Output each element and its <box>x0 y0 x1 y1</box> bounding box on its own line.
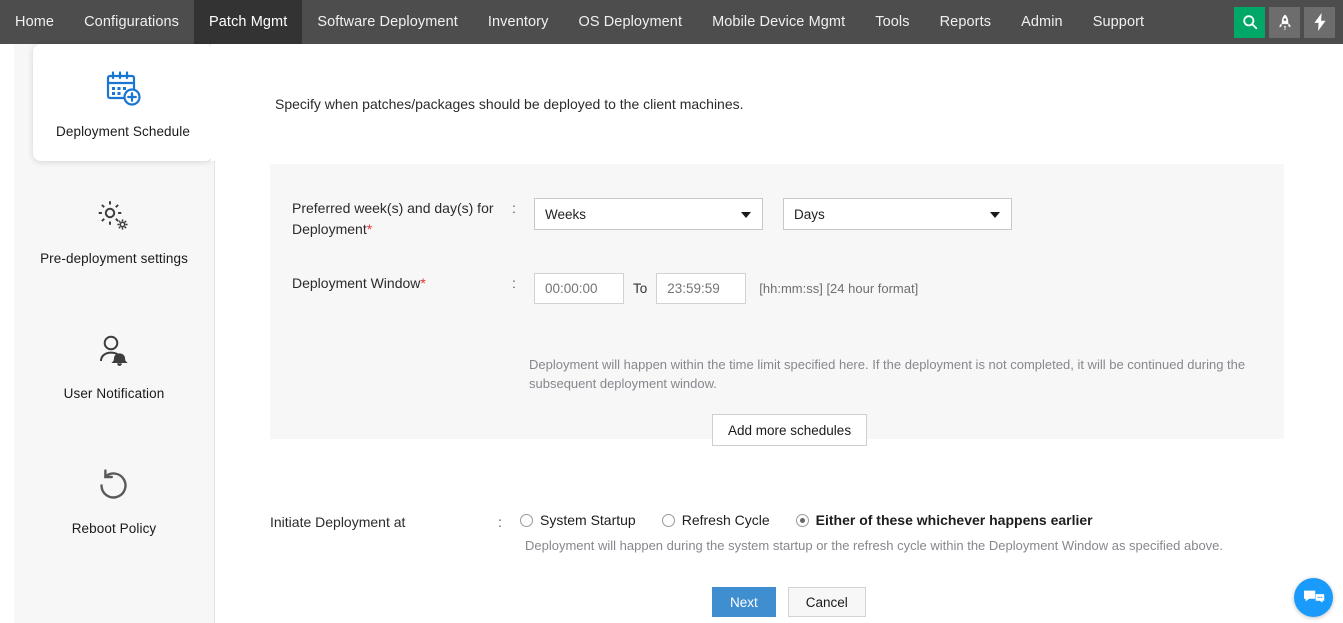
sidebar-spacer <box>14 419 214 445</box>
chevron-down-icon <box>990 212 1000 218</box>
nav-item-label: Admin <box>1021 14 1063 30</box>
gears-icon <box>22 197 206 239</box>
sidebar-item-label: Reboot Policy <box>22 521 206 536</box>
days-select[interactable]: Days <box>783 198 1012 230</box>
radio-option-refresh-cycle[interactable]: Refresh Cycle <box>662 512 770 528</box>
cancel-button[interactable]: Cancel <box>788 587 866 617</box>
rocket-icon[interactable] <box>1269 7 1300 38</box>
add-more-schedules-button[interactable]: Add more schedules <box>712 414 867 446</box>
nav-item-configurations[interactable]: Configurations <box>69 0 194 44</box>
colon-separator: : <box>512 198 534 219</box>
nav-item-label: OS Deployment <box>578 14 682 30</box>
label-text: Deployment Window <box>292 275 420 291</box>
required-asterisk: * <box>367 221 372 237</box>
deployment-window-label: Deployment Window* <box>292 273 512 294</box>
colon-separator: : <box>498 512 520 533</box>
deployment-window-row: Deployment Window* : To [hh:mm:ss] [24 h… <box>292 273 1252 304</box>
weeks-select[interactable]: Weeks <box>534 198 763 230</box>
initiate-deployment-row: Initiate Deployment at : System Startup … <box>270 512 1270 533</box>
sidebar-spacer <box>14 161 214 175</box>
time-format-hint: [hh:mm:ss] [24 hour format] <box>759 273 918 304</box>
nav-item-label: Configurations <box>84 14 179 30</box>
top-navigation-bar: Home Configurations Patch Mgmt Software … <box>0 0 1343 44</box>
nav-item-label: Tools <box>875 14 909 30</box>
nav-item-label: Home <box>15 14 54 30</box>
nav-item-label: Inventory <box>488 14 549 30</box>
nav-item-admin[interactable]: Admin <box>1006 0 1078 44</box>
sidebar-item-deployment-schedule[interactable]: Deployment Schedule <box>33 44 213 161</box>
initiate-deployment-radio-group: System Startup Refresh Cycle Either of t… <box>520 512 1119 528</box>
chevron-down-icon <box>741 212 751 218</box>
rotate-ccw-icon <box>22 467 206 509</box>
weeks-select-value: Weeks <box>545 207 586 222</box>
nav-item-reports[interactable]: Reports <box>925 0 1006 44</box>
radio-label: System Startup <box>540 512 636 528</box>
radio-option-either-earlier[interactable]: Either of these whichever happens earlie… <box>796 512 1093 528</box>
colon-separator: : <box>512 273 534 294</box>
initiate-deployment-label: Initiate Deployment at <box>270 512 498 533</box>
nav-item-patch-mgmt[interactable]: Patch Mgmt <box>194 0 302 44</box>
nav-item-label: Mobile Device Mgmt <box>712 14 845 30</box>
sidebar-item-user-notification[interactable]: User Notification <box>14 310 214 419</box>
radio-button[interactable] <box>520 514 533 527</box>
sidebar-item-label: User Notification <box>22 386 206 401</box>
nav-item-os-deployment[interactable]: OS Deployment <box>563 0 697 44</box>
sidebar-item-pre-deployment-settings[interactable]: Pre-deployment settings <box>14 175 214 284</box>
nav-item-mobile-device-mgmt[interactable]: Mobile Device Mgmt <box>697 0 860 44</box>
deployment-schedule-panel: Specify when patches/packages should be … <box>215 44 1328 623</box>
nav-item-tools[interactable]: Tools <box>860 0 924 44</box>
deployment-window-note: Deployment will happen within the time l… <box>529 355 1255 393</box>
radio-button[interactable] <box>662 514 675 527</box>
nav-spacer <box>1159 0 1234 44</box>
to-separator-label: To <box>633 273 647 304</box>
lightning-bolt-icon[interactable] <box>1304 7 1335 38</box>
nav-item-home[interactable]: Home <box>0 0 69 44</box>
deployment-window-end-input[interactable] <box>656 273 746 304</box>
intro-text: Specify when patches/packages should be … <box>275 96 744 112</box>
required-asterisk: * <box>420 275 425 291</box>
schedule-settings-panel: Preferred week(s) and day(s) for Deploym… <box>270 164 1284 439</box>
nav-item-label: Software Deployment <box>317 14 458 30</box>
nav-icon-group <box>1234 0 1343 44</box>
sidebar-item-label: Pre-deployment settings <box>22 251 206 266</box>
preferred-weeks-days-label: Preferred week(s) and day(s) for Deploym… <box>292 198 512 240</box>
user-bell-icon <box>22 332 206 374</box>
nav-item-label: Patch Mgmt <box>209 14 287 30</box>
calendar-add-icon <box>41 70 205 112</box>
footer-action-bar: Next Cancel <box>712 587 866 617</box>
preferred-weeks-days-row: Preferred week(s) and day(s) for Deploym… <box>292 198 1252 240</box>
wizard-sidebar: Deployment Schedule Pre-deployment setti… <box>14 44 215 623</box>
page-shell: Deployment Schedule Pre-deployment setti… <box>14 44 1328 623</box>
sidebar-spacer <box>14 284 214 310</box>
next-button[interactable]: Next <box>712 587 776 617</box>
nav-item-inventory[interactable]: Inventory <box>473 0 564 44</box>
sidebar-item-label: Deployment Schedule <box>41 124 205 139</box>
sidebar-item-reboot-policy[interactable]: Reboot Policy <box>14 445 214 554</box>
radio-option-system-startup[interactable]: System Startup <box>520 512 636 528</box>
nav-item-label: Support <box>1093 14 1145 30</box>
initiate-deployment-note: Deployment will happen during the system… <box>525 538 1223 553</box>
chat-bubbles-icon[interactable] <box>1294 578 1333 617</box>
label-text: Preferred week(s) and day(s) for Deploym… <box>292 200 494 237</box>
nav-item-software-deployment[interactable]: Software Deployment <box>302 0 473 44</box>
search-icon[interactable] <box>1234 7 1265 38</box>
days-select-value: Days <box>794 207 825 222</box>
radio-button[interactable] <box>796 514 809 527</box>
radio-label: Refresh Cycle <box>682 512 770 528</box>
radio-label: Either of these whichever happens earlie… <box>816 512 1093 528</box>
nav-item-label: Reports <box>940 14 991 30</box>
deployment-window-start-input[interactable] <box>534 273 624 304</box>
nav-item-support[interactable]: Support <box>1078 0 1160 44</box>
